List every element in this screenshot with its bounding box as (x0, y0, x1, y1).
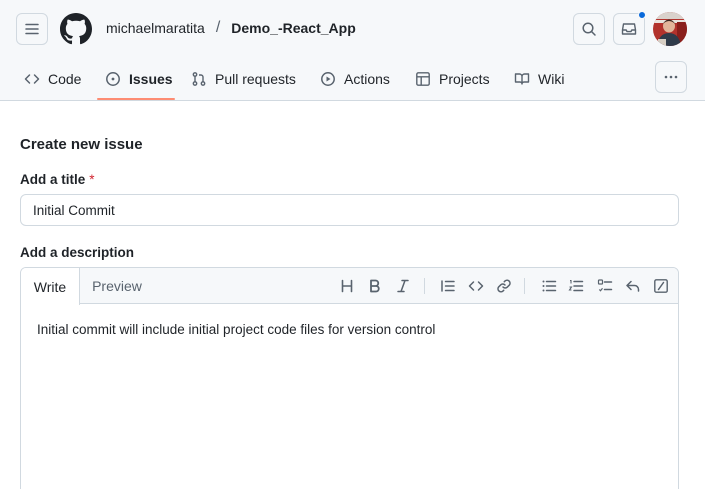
tab-write[interactable]: Write (21, 268, 80, 305)
code-icon (24, 74, 40, 84)
reply-icon (626, 280, 640, 292)
required-asterisk: * (89, 172, 95, 187)
tab-label: Projects (439, 71, 490, 87)
ordered-list-button[interactable] (566, 276, 586, 296)
github-logo-icon[interactable] (60, 13, 92, 45)
link-button[interactable] (494, 276, 514, 296)
quote-icon (441, 280, 455, 292)
breadcrumb: michaelmaratita / Demo_-React_App (106, 19, 356, 37)
title-label-text: Add a title (20, 172, 86, 187)
notification-dot (638, 11, 646, 19)
top-bar: michaelmaratita / Demo_-React_App (0, 0, 705, 58)
tab-label: Wiki (538, 71, 565, 87)
repo-name-link[interactable]: Demo_-React_App (231, 20, 355, 36)
title-input[interactable] (20, 194, 679, 226)
more-options-button[interactable] (655, 61, 687, 93)
inbox-icon (621, 23, 637, 35)
slash-command-button[interactable] (651, 276, 671, 296)
table-icon (416, 72, 430, 86)
search-icon (582, 22, 596, 36)
tab-label: Issues (129, 71, 173, 87)
slash-command-icon (654, 279, 668, 293)
unordered-list-button[interactable] (539, 276, 559, 296)
repo-owner-link[interactable]: michaelmaratita (106, 20, 205, 36)
toolbar-divider (524, 278, 525, 294)
repo-nav-tabs: Code Issues Pull requests Actions Projec… (0, 58, 705, 100)
link-icon (497, 279, 511, 293)
book-icon (514, 73, 530, 85)
reply-button[interactable] (623, 276, 643, 296)
description-label: Add a description (20, 245, 135, 260)
heading-button[interactable] (337, 276, 357, 296)
page-title: Create new issue (20, 136, 143, 153)
git-pull-request-icon (192, 72, 206, 86)
tab-projects[interactable]: Projects (415, 58, 490, 100)
unordered-list-icon (542, 280, 557, 292)
toolbar-divider (424, 278, 425, 294)
tab-issues[interactable]: Issues (105, 58, 173, 100)
italic-icon (397, 279, 409, 293)
tab-wiki[interactable]: Wiki (514, 58, 564, 100)
code-icon (468, 281, 484, 291)
tab-label: Code (48, 71, 82, 87)
hamburger-icon (25, 23, 39, 35)
bold-icon (370, 279, 380, 293)
tab-label: Actions (344, 71, 390, 87)
italic-button[interactable] (393, 276, 413, 296)
editor-header: Write Preview (21, 268, 678, 305)
kebab-horizontal-icon (664, 75, 678, 79)
task-list-icon (597, 279, 613, 292)
code-button[interactable] (466, 276, 486, 296)
issue-opened-icon (106, 72, 120, 86)
heading-icon (341, 279, 353, 293)
active-tab-indicator (97, 98, 175, 100)
bold-button[interactable] (365, 276, 385, 296)
menu-button[interactable] (16, 13, 48, 45)
description-textarea[interactable]: Initial commit will include initial proj… (37, 322, 435, 337)
breadcrumb-separator: / (215, 19, 221, 36)
app-header: michaelmaratita / Demo_-React_App Code I… (0, 0, 705, 101)
tab-actions[interactable]: Actions (320, 58, 390, 100)
task-list-button[interactable] (595, 276, 615, 296)
description-editor: Write Preview Initial commit will includ… (20, 267, 679, 489)
tab-code[interactable]: Code (24, 58, 81, 100)
user-avatar[interactable] (653, 12, 687, 46)
play-icon (321, 72, 335, 86)
title-label: Add a title * (20, 172, 95, 187)
tab-preview[interactable]: Preview (80, 268, 154, 304)
ordered-list-icon (568, 279, 584, 292)
search-button[interactable] (573, 13, 605, 45)
tab-pull-requests[interactable]: Pull requests (191, 58, 296, 100)
quote-button[interactable] (438, 276, 458, 296)
tab-label: Pull requests (215, 71, 296, 87)
